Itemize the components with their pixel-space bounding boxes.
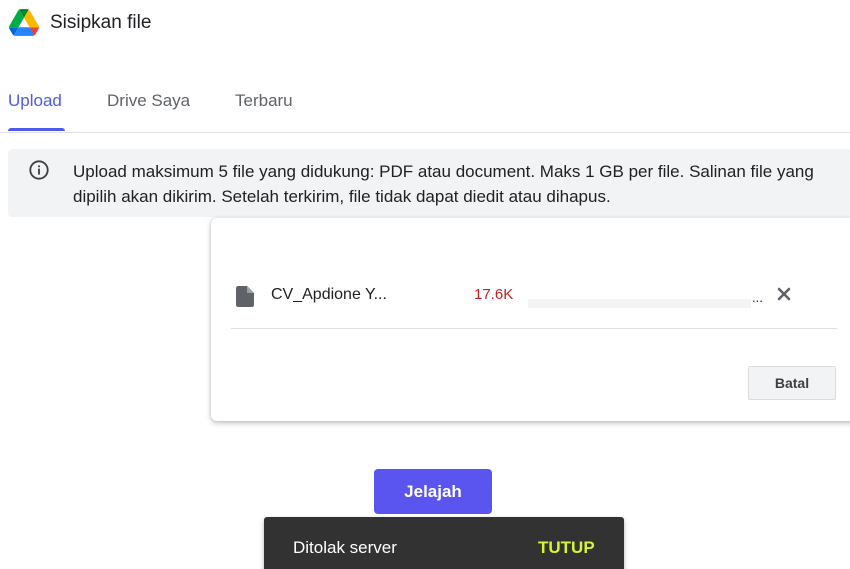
active-tab-indicator: [8, 128, 65, 131]
browse-button[interactable]: Jelajah: [374, 469, 492, 514]
upload-card: CV_Apdione Y... 17.6K ... Batal: [211, 218, 850, 421]
file-size: 17.6K: [474, 286, 514, 303]
file-name: CV_Apdione Y...: [271, 286, 387, 303]
snackbar-message: Ditolak server: [293, 538, 397, 557]
tab-bar: Upload Drive Saya Terbaru: [0, 80, 850, 133]
close-icon[interactable]: [776, 286, 792, 302]
tab-drive-saya[interactable]: Drive Saya: [107, 80, 190, 132]
google-drive-icon: [9, 9, 39, 36]
snackbar: Ditolak server TUTUP: [264, 517, 624, 569]
snackbar-close-button[interactable]: TUTUP: [538, 538, 595, 558]
header: Sisipkan file: [0, 0, 850, 48]
dialog-title: Sisipkan file: [50, 12, 152, 33]
file-icon: [236, 286, 254, 307]
info-message: Upload maksimum 5 file yang didukung: PD…: [73, 162, 814, 206]
file-picker-dialog: Sisipkan file Upload Drive Saya Terbaru …: [0, 0, 850, 569]
tab-terbaru[interactable]: Terbaru: [235, 80, 293, 132]
upload-progress-bar: [528, 299, 751, 308]
info-banner: Upload maksimum 5 file yang didukung: PD…: [8, 149, 850, 217]
cancel-button[interactable]: Batal: [748, 366, 836, 400]
info-icon: [29, 160, 49, 180]
tab-upload[interactable]: Upload: [8, 80, 62, 132]
progress-ellipsis: ...: [752, 290, 763, 305]
upload-file-row: CV_Apdione Y... 17.6K ...: [231, 268, 837, 329]
